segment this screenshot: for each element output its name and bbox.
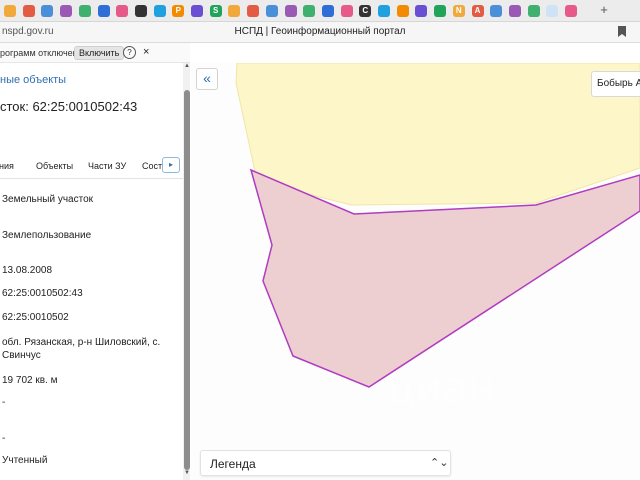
a-icon[interactable]: A xyxy=(471,5,484,17)
field-empty-2: - xyxy=(2,433,6,444)
telegram-icon[interactable] xyxy=(265,5,278,17)
neighbour-parcel-polygon[interactable] xyxy=(235,63,640,206)
c-icon[interactable]: C xyxy=(359,5,372,17)
tabs-scroll-right-button[interactable]: ▸ xyxy=(162,157,180,173)
tab-objects[interactable]: Объекты xyxy=(36,161,73,171)
globe-icon[interactable] xyxy=(78,5,91,17)
legend-dropdown[interactable]: Легенда ⌃⌄ xyxy=(200,450,451,476)
tab-info[interactable]: ения xyxy=(0,161,14,171)
new-tab-button[interactable]: + xyxy=(597,3,611,17)
parcel-title: сток: 62:25:0010502:43 xyxy=(0,99,138,114)
map-canvas[interactable] xyxy=(191,63,640,480)
legend-label: Легенда xyxy=(210,457,256,471)
p-icon[interactable]: P xyxy=(172,5,185,17)
field-date: 13.08.2008 xyxy=(2,265,53,276)
back-to-objects-link[interactable]: ные объекты xyxy=(0,74,66,86)
whale-icon[interactable] xyxy=(284,5,297,17)
wave-icon[interactable] xyxy=(153,5,166,17)
image-icon[interactable] xyxy=(191,5,203,17)
notification-text: рограмм отключена xyxy=(0,48,83,58)
chart-icon[interactable] xyxy=(4,5,16,17)
purple-icon[interactable] xyxy=(247,5,260,17)
field-address: обл. Рязанская, р-н Шиловский, с. Свинчу… xyxy=(2,337,161,361)
cian-watermark: циан xyxy=(389,363,496,412)
whatsapp-icon[interactable] xyxy=(396,5,409,17)
address-bar[interactable]: nspd.gov.ru НСПД | Геоинформационный пор… xyxy=(0,22,640,43)
s-icon[interactable]: S xyxy=(209,5,222,17)
notification-bar: рограмм отключена Включить ? × xyxy=(0,43,190,63)
bars-icon[interactable] xyxy=(321,5,334,17)
cloud-icon[interactable] xyxy=(41,5,54,17)
leaf-icon[interactable] xyxy=(303,5,316,17)
field-quarter: 62:25:0010502 xyxy=(2,312,69,323)
field-subtype: Землепользование xyxy=(2,230,92,241)
panel-scrollbar-thumb[interactable] xyxy=(184,90,190,470)
tab-parts[interactable]: Части ЗУ xyxy=(88,161,126,171)
scroll-down-arrow[interactable]: ▼ xyxy=(183,470,190,478)
arch-icon[interactable] xyxy=(22,5,35,17)
field-status: Учтенный xyxy=(2,455,48,466)
field-area: 19 702 кв. м xyxy=(2,375,58,386)
gear-icon[interactable] xyxy=(527,5,540,17)
orange-icon[interactable] xyxy=(228,5,241,17)
box-icon[interactable] xyxy=(490,5,503,17)
field-object-type: Земельный участок xyxy=(2,194,94,205)
sword-icon[interactable] xyxy=(134,5,147,17)
chevron-updown-icon: ⌃⌄ xyxy=(430,457,449,469)
enable-button[interactable]: Включить xyxy=(74,46,125,60)
bookmark-icon[interactable] xyxy=(618,26,626,37)
browser-tab-strip: P S C NA xyxy=(0,0,640,22)
doc-icon[interactable] xyxy=(60,5,73,17)
camera-icon[interactable] xyxy=(508,5,521,17)
object-info-panel: ные объекты сток: 62:25:0010502:43 ения … xyxy=(0,63,190,480)
green-icon[interactable] xyxy=(415,5,428,17)
map-search-chip[interactable]: Бобырь А xyxy=(591,71,640,97)
scroll-up-arrow[interactable]: ▲ xyxy=(183,63,190,71)
m-icon[interactable] xyxy=(378,5,390,17)
map-view[interactable]: циан « Бобырь А Легенда ⌃⌄ xyxy=(191,63,640,480)
active-tab-icon[interactable] xyxy=(546,5,559,17)
notion-icon[interactable]: N xyxy=(452,5,465,17)
tiles-icon[interactable] xyxy=(116,5,129,17)
circle-icon[interactable] xyxy=(97,5,110,17)
doc2-icon[interactable] xyxy=(565,5,577,17)
collapse-panel-button[interactable]: « xyxy=(196,68,218,90)
info-tabs: ения Объекты Части ЗУ Соста ▸ xyxy=(0,153,184,179)
close-icon[interactable]: × xyxy=(143,46,149,58)
page-title: НСПД | Геоинформационный портал xyxy=(234,26,406,37)
help-icon[interactable]: ? xyxy=(123,46,136,59)
field-empty-1: - xyxy=(2,397,6,408)
bag-icon[interactable] xyxy=(434,5,447,17)
cal-icon[interactable] xyxy=(340,5,353,17)
field-cadastral-number: 62:25:0010502:43 xyxy=(2,288,83,299)
